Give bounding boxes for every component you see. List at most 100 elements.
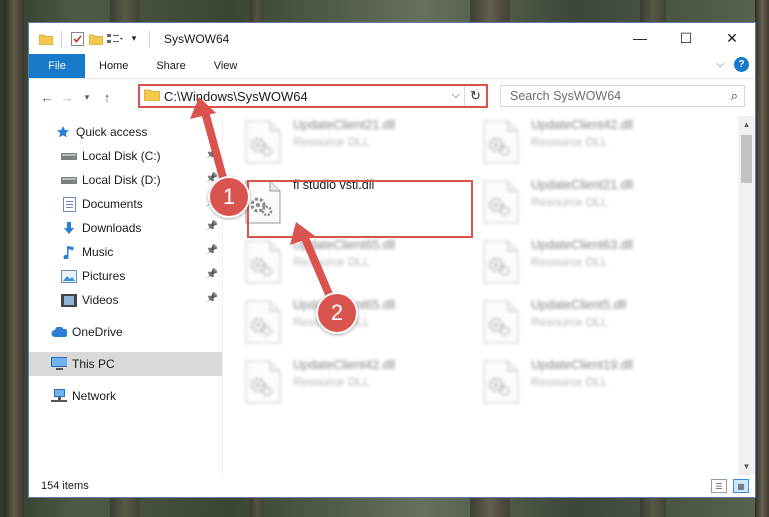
file-list: ▲ ▼ UpdateClient21.dll Resource DLL fl stu… [223, 116, 755, 475]
tab-file[interactable]: File [29, 54, 85, 78]
pin-icon[interactable]: 📌 [206, 269, 218, 280]
sidebar-item-label: Local Disk (C:) [82, 149, 161, 163]
tab-share[interactable]: Share [142, 54, 199, 78]
file-name: UpdateClient42.dll [293, 358, 396, 372]
sidebar-item-local-disk-d[interactable]: Local Disk (D:) 📌 [29, 168, 222, 192]
address-bar[interactable]: C:\Windows\SysWOW64 ⌵ ↻ [138, 84, 488, 108]
folder-icon[interactable] [38, 31, 54, 47]
file-type: Resource DLL [531, 315, 608, 329]
status-bar: 154 items ☰ ▦ [29, 475, 755, 497]
dll-file-icon [245, 360, 283, 406]
file-item[interactable]: UpdateClient42.dll Resource DLL [483, 116, 709, 170]
file-item[interactable]: UpdateClient5.dll Resource DLL [483, 296, 709, 350]
sidebar-item-videos[interactable]: Videos 📌 [29, 288, 222, 312]
sidebar-item-label: Quick access [76, 125, 148, 139]
file-item[interactable]: UpdateClient63.dll Resource DLL [483, 236, 709, 290]
help-icon[interactable]: ? [734, 57, 749, 72]
tiles-view-icon[interactable]: ▦ [733, 479, 749, 493]
file-name: UpdateClient21.dll [531, 178, 634, 192]
minimize-button[interactable]: — [617, 23, 663, 53]
file-item[interactable]: UpdateClient42.dll Resource DLL [245, 356, 471, 410]
drive-icon [61, 172, 77, 188]
file-explorer-window: ▾ SysWOW64 — ☐ ✕ File Home Share View ⌵ … [28, 22, 756, 498]
pin-icon[interactable]: 📌 [206, 221, 218, 232]
sidebar-item-network[interactable]: Network [29, 384, 222, 408]
address-dropdown-chevron-icon[interactable]: ⌵ [452, 89, 460, 102]
sidebar-item-downloads[interactable]: Downloads 📌 [29, 216, 222, 240]
scroll-thumb[interactable] [741, 135, 752, 183]
pin-icon[interactable]: 📌 [206, 245, 218, 256]
file-name: UpdateClient63.dll [531, 238, 634, 252]
details-view-icon[interactable]: ☰ [711, 479, 727, 493]
search-input[interactable]: Search SysWOW64 ⌕ [500, 85, 745, 107]
folder-icon [143, 88, 161, 104]
dll-file-icon [483, 240, 521, 286]
sidebar-item-local-disk-c[interactable]: Local Disk (C:) 📌 [29, 144, 222, 168]
file-type: Resource DLL [531, 135, 608, 149]
customize-toolbar-chevron-icon[interactable]: ▾ [126, 31, 142, 47]
file-name: UpdateClient21.dll [293, 118, 396, 132]
forward-arrow-icon[interactable]: → [57, 85, 77, 109]
sidebar-item-documents[interactable]: Documents📌 [29, 192, 222, 216]
sidebar-item-label: Documents [82, 197, 143, 211]
file-type: Resource DLL [293, 255, 370, 269]
dll-file-icon [483, 120, 521, 166]
sidebar-item-label: Network [72, 389, 117, 403]
network-icon [51, 388, 67, 404]
navigation-pane: Quick access Local Disk (C:) 📌 Local Disk (… [29, 116, 223, 475]
dll-file-icon [245, 240, 283, 286]
navigation-bar: ← → ▾ ↑ C:\Windows\SysWOW64 ⌵ ↻ Search S… [29, 79, 755, 115]
step-badge-1: 1 [208, 176, 250, 218]
properties-icon[interactable] [69, 31, 85, 47]
sidebar-item-onedrive[interactable]: OneDrive [29, 320, 222, 344]
sidebar-item-this-pc[interactable]: This PC [29, 352, 222, 376]
close-button[interactable]: ✕ [709, 23, 755, 53]
documents-icon [61, 196, 77, 212]
view-options-icon[interactable] [107, 31, 123, 47]
file-type: Resource DLL [293, 135, 370, 149]
main-area: Quick access Local Disk (C:) 📌 Local Disk (… [29, 116, 755, 475]
drive-icon [61, 148, 77, 164]
downloads-icon [61, 220, 77, 236]
address-path: C:\Windows\SysWOW64 [164, 88, 308, 104]
maximize-button[interactable]: ☐ [663, 23, 709, 53]
file-type: Resource DLL [531, 195, 608, 209]
tab-home[interactable]: Home [85, 54, 142, 78]
sidebar-item-pictures[interactable]: Pictures 📌 [29, 264, 222, 288]
sidebar-item-music[interactable]: Music 📌 [29, 240, 222, 264]
vertical-scrollbar[interactable]: ▲ ▼ [738, 116, 755, 475]
file-item[interactable]: UpdateClient21.dll Resource DLL [483, 176, 709, 230]
videos-icon [61, 292, 77, 308]
scroll-up-icon[interactable]: ▲ [738, 116, 755, 133]
file-item[interactable]: UpdateClient21.dll Resource DLL [245, 116, 471, 170]
up-arrow-icon[interactable]: ↑ [97, 85, 117, 109]
pin-icon[interactable]: 📌 [206, 149, 218, 160]
expand-ribbon-chevron-icon[interactable]: ⌵ [716, 59, 724, 70]
sidebar-item-quick-access[interactable]: Quick access [29, 120, 222, 144]
dll-file-icon [483, 360, 521, 406]
dll-file-icon [245, 300, 283, 346]
search-icon[interactable]: ⌕ [731, 88, 738, 104]
pin-icon[interactable]: 📌 [206, 293, 218, 304]
ribbon-tabs: File Home Share View ⌵ ? [29, 54, 755, 79]
file-item[interactable]: UpdateClient65.dll Resource DLL [245, 236, 471, 290]
file-type: Resource DLL [531, 375, 608, 389]
tab-view[interactable]: View [200, 54, 252, 78]
file-name: UpdateClient19.dll [531, 358, 634, 372]
sidebar-item-label: OneDrive [72, 325, 123, 339]
new-folder-icon[interactable] [88, 31, 104, 47]
quick-access-toolbar: ▾ [29, 30, 154, 47]
scroll-down-icon[interactable]: ▼ [738, 458, 755, 475]
file-type: Resource DLL [531, 255, 608, 269]
sidebar-item-label: Local Disk (D:) [82, 173, 161, 187]
file-item[interactable]: UpdateClient19.dll Resource DLL [483, 356, 709, 410]
file-name: UpdateClient5.dll [531, 298, 627, 312]
computer-icon [51, 356, 67, 372]
back-arrow-icon[interactable]: ← [37, 85, 57, 109]
sidebar-item-label: Downloads [82, 221, 142, 235]
recent-locations-chevron-icon[interactable]: ▾ [77, 85, 97, 109]
file-name: UpdateClient65.dll [293, 238, 396, 252]
file-item[interactable]: UpdateClient65.dllResource DLL [245, 296, 471, 350]
star-icon [55, 124, 71, 140]
refresh-icon[interactable]: ↻ [464, 86, 486, 106]
